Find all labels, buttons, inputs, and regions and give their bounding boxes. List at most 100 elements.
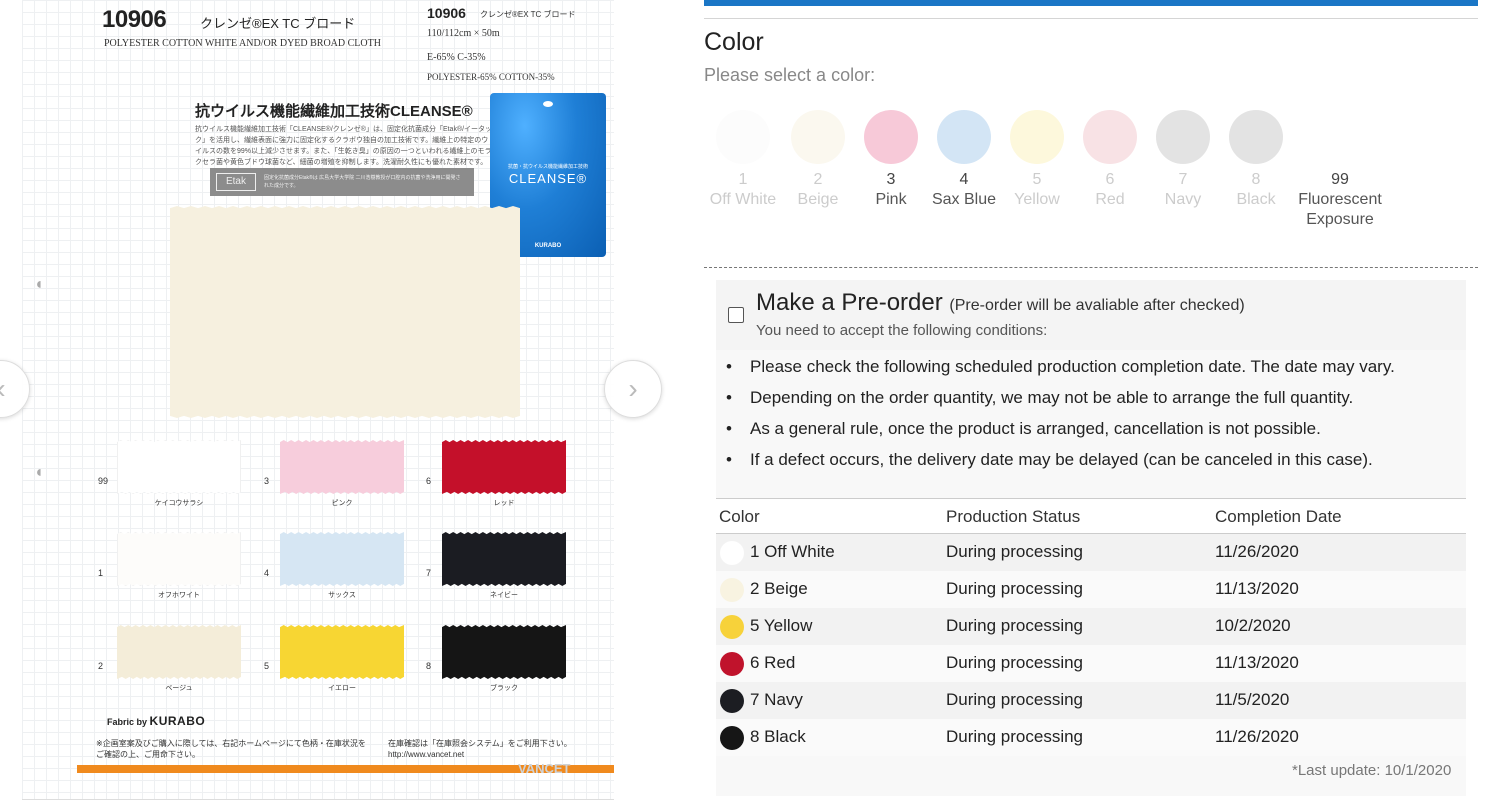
preorder-title-note: (Pre-order will be avaliable after check… <box>949 297 1245 314</box>
tag-small-text: 抗菌・抗ウイルス機能繊維加工技術 <box>507 164 588 170</box>
fabric-swatch-card: 10906 クレンゼ®EX TC ブロード POLYESTER COTTON W… <box>22 0 614 800</box>
preorder-box: Make a Pre-order (Pre-order will be aval… <box>716 280 1466 350</box>
card-note-right: 在庫確認は「在庫照会システム」をご利用下さい。http://www.vancet… <box>388 739 572 759</box>
color-dot <box>720 689 744 713</box>
color-swatch-circle <box>864 110 918 164</box>
swatch-number: 2 <box>98 661 104 671</box>
color-option[interactable]: 3 Pink <box>854 110 928 210</box>
fabric-swatch <box>442 440 566 494</box>
swatch-name: オフホワイト <box>158 592 200 599</box>
fabric-by: Fabric by KURABO <box>107 714 205 728</box>
condition-item: If a defect occurs, the delivery date ma… <box>726 450 1373 470</box>
color-option-name: Yellow <box>1014 191 1060 208</box>
promo-text: 抗ウイルス機能繊維加工技術「CLEANSE®/クレンゼ®」は、固定化抗菌成分「E… <box>195 126 493 166</box>
row-date: 11/5/2020 <box>1215 690 1290 709</box>
swatch-number: 6 <box>426 476 432 486</box>
row-color: 2 Beige <box>750 579 808 598</box>
card-product-code: 10906 <box>102 6 167 33</box>
fabric-swatch <box>117 440 241 494</box>
etak-info-box: Etak 固定化抗菌成分Etak®は 広島大学大学院 二川浩樹教授が口腔内の抗菌… <box>210 168 474 196</box>
color-option-number: 1 <box>738 171 748 188</box>
tag-brand: CLEANSE® <box>508 171 588 186</box>
preorder-checkbox[interactable] <box>728 307 744 323</box>
swatch-name: ブラック <box>490 685 518 692</box>
color-option-name: Red <box>1095 191 1125 208</box>
swatch-name: ベージュ <box>165 685 193 692</box>
color-option-name: Sax Blue <box>931 191 997 208</box>
color-swatch-circle <box>1010 110 1064 164</box>
swatch-number: 7 <box>426 568 432 578</box>
table-row: 8 Black During processing 11/26/2020 <box>716 719 1466 756</box>
color-option[interactable]: 4 Sax Blue <box>927 110 1001 210</box>
next-image-button[interactable]: › <box>604 360 662 418</box>
color-option: 8 Black <box>1219 110 1293 210</box>
tag-hole <box>543 101 553 107</box>
row-date: 11/13/2020 <box>1215 579 1299 598</box>
swatch-number: 8 <box>426 661 432 671</box>
color-swatch-circle <box>1156 110 1210 164</box>
fabric-swatch <box>442 625 566 679</box>
color-swatch-circle <box>1083 110 1137 164</box>
color-dot <box>720 541 744 565</box>
spec-code-name: クレンゼ®EX TC ブロード <box>480 10 576 19</box>
promo-title: 抗ウイルス機能繊維加工技術CLEANSE® <box>195 103 473 120</box>
fabric-brand: KURABO <box>149 714 206 728</box>
color-option-name: Black <box>1236 191 1276 208</box>
color-swatch-circle <box>791 110 845 164</box>
binder-ring-icon: ◖ <box>34 464 44 481</box>
swatch-number: 5 <box>264 661 270 671</box>
swatch-name: ピンク <box>331 500 353 507</box>
chevron-left-icon: ‹ <box>0 373 6 405</box>
color-dot <box>720 578 744 602</box>
divider <box>704 18 1478 19</box>
color-option: 7 Navy <box>1146 110 1220 210</box>
card-note-left: ※企画室案及びご購入に際しては、右記ホームページにて色柄・在庫状況をご確認の上、… <box>96 739 366 759</box>
fabric-swatch <box>280 532 404 586</box>
row-status: During processing <box>946 542 1084 561</box>
color-option-number: 8 <box>1251 171 1261 188</box>
color-option-number: 2 <box>813 171 823 188</box>
color-option-name: Pink <box>875 191 907 208</box>
preorder-title: Make a Pre-order (Pre-order will be aval… <box>756 289 1245 317</box>
color-section-title: Color <box>704 28 764 56</box>
preorder-subtitle: You need to accept the following conditi… <box>756 322 1048 339</box>
production-table: Color Production Status Completion Date … <box>716 498 1466 756</box>
column-header: Production Status <box>946 507 1081 526</box>
table-row: 7 Navy During processing 11/5/2020 <box>716 682 1466 719</box>
fabric-swatch <box>117 532 241 586</box>
swatch-name: レッド <box>493 500 515 507</box>
swatch-number: 4 <box>264 568 270 578</box>
color-swatch-circle <box>1229 110 1283 164</box>
color-dot <box>720 652 744 676</box>
etak-text: 固定化抗菌成分Etak®は 広島大学大学院 二川浩樹教授が口腔内の抗菌や洗浄用に… <box>264 175 461 189</box>
fabric-by-label: Fabric by <box>107 717 148 727</box>
spec-fiber: POLYESTER-65% COTTON-35% <box>427 72 555 82</box>
color-option-name: Fluorescent Exposure <box>1298 191 1382 228</box>
condition-item: Depending on the order quantity, we may … <box>726 388 1353 408</box>
color-swatch-circle <box>937 110 991 164</box>
color-option[interactable]: 99 Fluorescent Exposure <box>1298 110 1382 230</box>
binder-ring-icon: ◖ <box>34 276 44 293</box>
color-option-number: 6 <box>1105 171 1115 188</box>
dashed-divider <box>704 267 1478 268</box>
color-option: 1 Off White <box>706 110 780 210</box>
column-header: Completion Date <box>1215 507 1342 526</box>
swatch-name: ネイビー <box>490 592 518 599</box>
row-date: 10/2/2020 <box>1215 616 1291 635</box>
color-dot <box>720 726 744 750</box>
row-status: During processing <box>946 727 1084 746</box>
fabric-swatch <box>280 440 404 494</box>
color-option-number: 5 <box>1032 171 1042 188</box>
color-option-number: 7 <box>1178 171 1188 188</box>
spec-code: 10906 <box>427 5 466 21</box>
swatch-number: 1 <box>98 568 104 578</box>
swatch-name: イエロー <box>328 685 356 692</box>
condition-item: Please check the following scheduled pro… <box>726 357 1395 377</box>
table-row: 2 Beige During processing 11/13/2020 <box>716 571 1466 608</box>
color-option-number: 3 <box>886 171 896 188</box>
color-option-number: 4 <box>959 171 969 188</box>
color-swatch-circle <box>716 110 770 164</box>
row-date: 11/13/2020 <box>1215 653 1299 672</box>
table-body: 1 Off White During processing 11/26/2020 2 … <box>716 534 1466 756</box>
color-select-hint: Please select a color: <box>704 65 876 85</box>
